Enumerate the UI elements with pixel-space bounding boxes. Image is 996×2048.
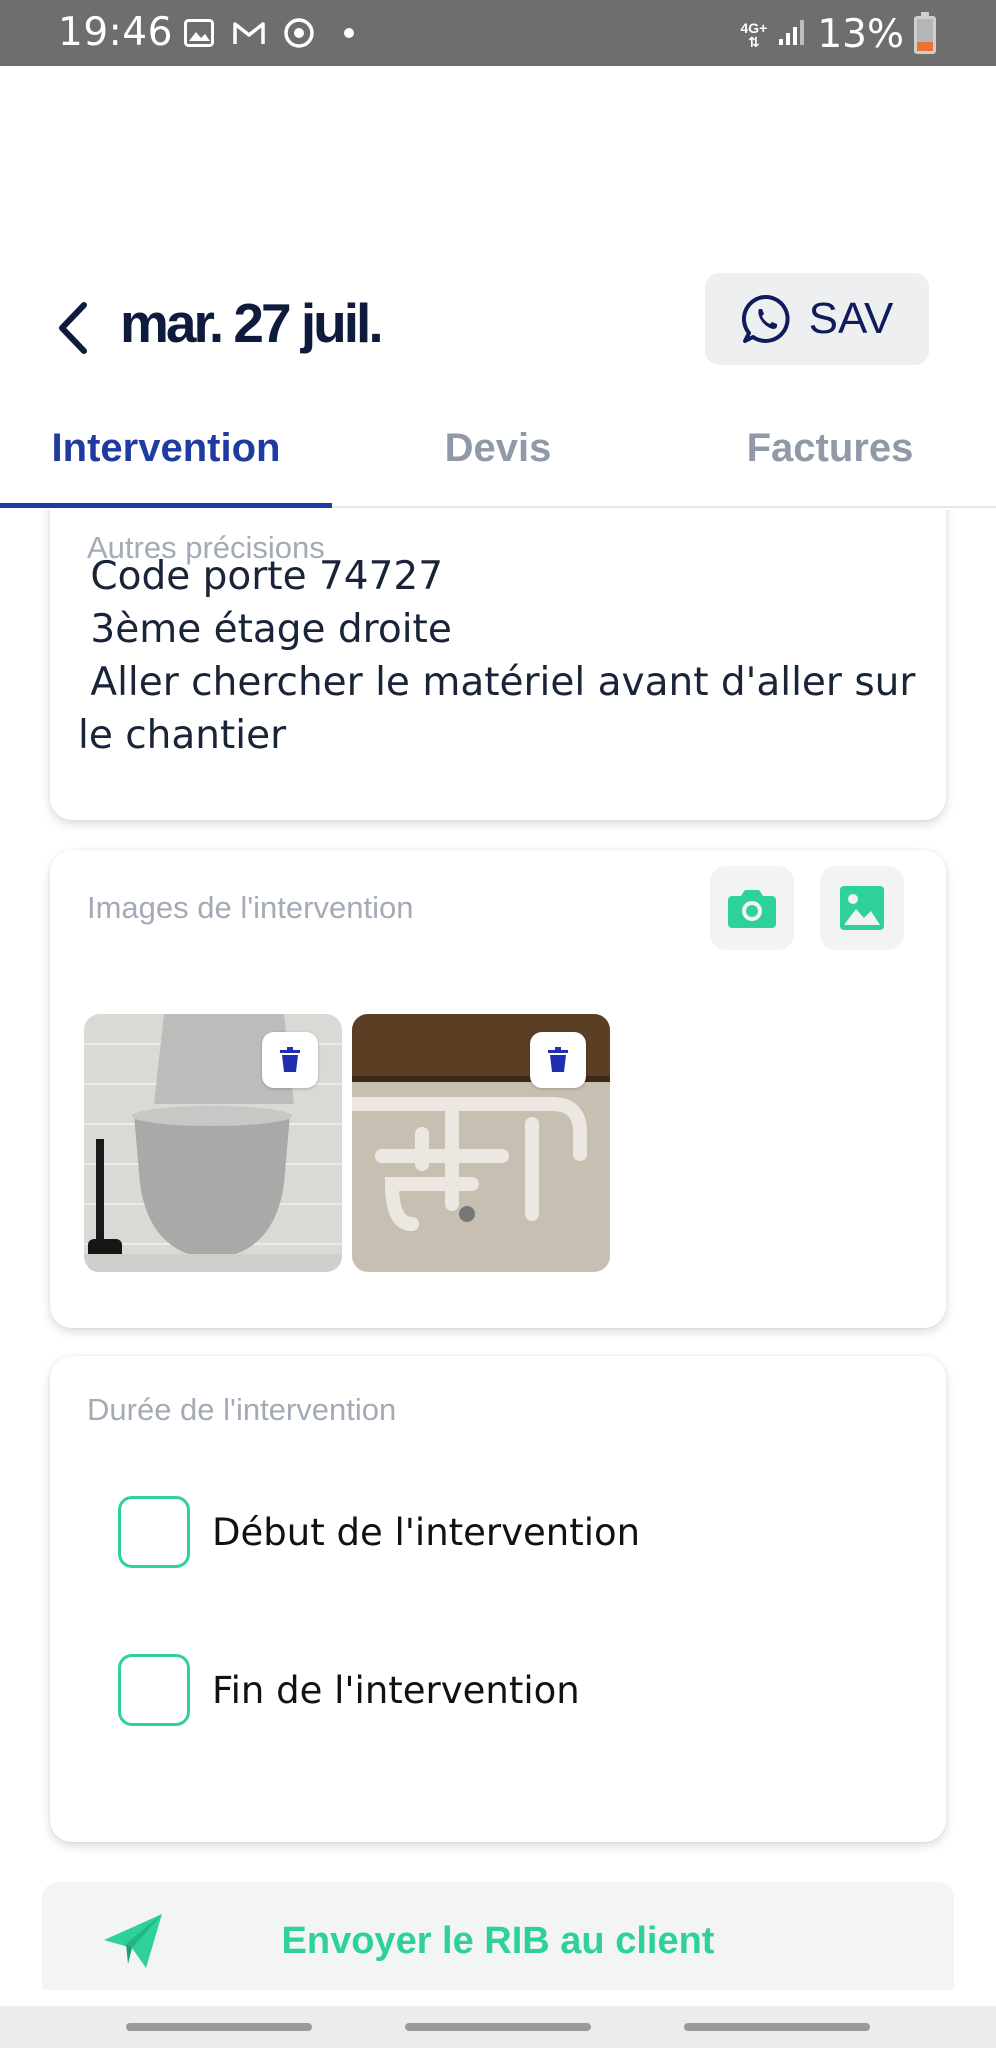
network-label: 4G+: [740, 19, 768, 36]
sync-icon: [282, 16, 316, 50]
signal-icon: [777, 17, 807, 52]
trash-icon: [280, 1047, 300, 1072]
start-intervention-label: Début de l'intervention: [212, 1510, 641, 1554]
nav-back-button[interactable]: [684, 2023, 870, 2031]
notification-icons: [182, 16, 354, 50]
chevron-left-icon: [59, 302, 87, 354]
camera-icon: [728, 890, 776, 928]
duree-label: Durée de l'intervention: [87, 1392, 397, 1427]
sav-button[interactable]: SAV: [705, 273, 929, 365]
send-rib-label: Envoyer le RIB au client: [281, 1920, 715, 1962]
system-nav-bar: [0, 2006, 996, 2048]
intervention-photo[interactable]: [352, 1014, 610, 1272]
network-indicator: 4G+ ⇅: [740, 19, 768, 50]
dot-icon: [344, 28, 354, 38]
delete-photo-button[interactable]: [262, 1032, 318, 1088]
notes-text: Code porte 74727 3ème étage droite Aller…: [78, 554, 916, 758]
status-time: 19:46: [58, 10, 173, 55]
battery-percent: 13%: [817, 12, 904, 57]
system-icons: 4G+ ⇅ 13%: [740, 11, 936, 57]
send-rib-button[interactable]: Envoyer le RIB au client: [42, 1882, 954, 1990]
trash-icon: [548, 1047, 568, 1072]
intervention-photo[interactable]: [84, 1014, 342, 1272]
gmail-icon: [232, 16, 266, 50]
gallery-icon: [840, 886, 884, 930]
back-button[interactable]: [48, 298, 96, 358]
checkbox[interactable]: [118, 1654, 190, 1726]
battery-icon: [914, 11, 936, 54]
tab-bar: Intervention Devis Factures: [0, 390, 996, 508]
whatsapp-icon: [741, 294, 790, 343]
duree-card: Durée de l'intervention Début de l'inter…: [50, 1356, 946, 1842]
images-card: Images de l'intervention: [50, 850, 946, 1328]
end-intervention-label: Fin de l'intervention: [212, 1668, 580, 1712]
page-title: mar. 27 juil.: [120, 292, 384, 354]
sav-label: SAV: [808, 294, 894, 343]
status-bar: 19:46 4G+ ⇅ 13%: [0, 0, 996, 66]
start-intervention-checkbox[interactable]: Début de l'intervention: [118, 1496, 640, 1568]
camera-button[interactable]: [710, 866, 794, 950]
end-intervention-checkbox[interactable]: Fin de l'intervention: [118, 1654, 580, 1726]
tab-devis[interactable]: Devis: [332, 390, 664, 506]
delete-photo-button[interactable]: [530, 1032, 586, 1088]
notes-card: Autres précisions Code porte 74727 3ème …: [50, 510, 946, 820]
nav-home-button[interactable]: [405, 2023, 591, 2031]
image-icon: [182, 16, 216, 50]
tab-factures[interactable]: Factures: [664, 390, 996, 506]
scroll-content[interactable]: Autres précisions Code porte 74727 3ème …: [0, 510, 996, 1990]
nav-recent-button[interactable]: [126, 2023, 312, 2031]
checkbox[interactable]: [118, 1496, 190, 1568]
images-label: Images de l'intervention: [87, 890, 414, 925]
gallery-button[interactable]: [820, 866, 904, 950]
tab-intervention[interactable]: Intervention: [0, 390, 332, 508]
